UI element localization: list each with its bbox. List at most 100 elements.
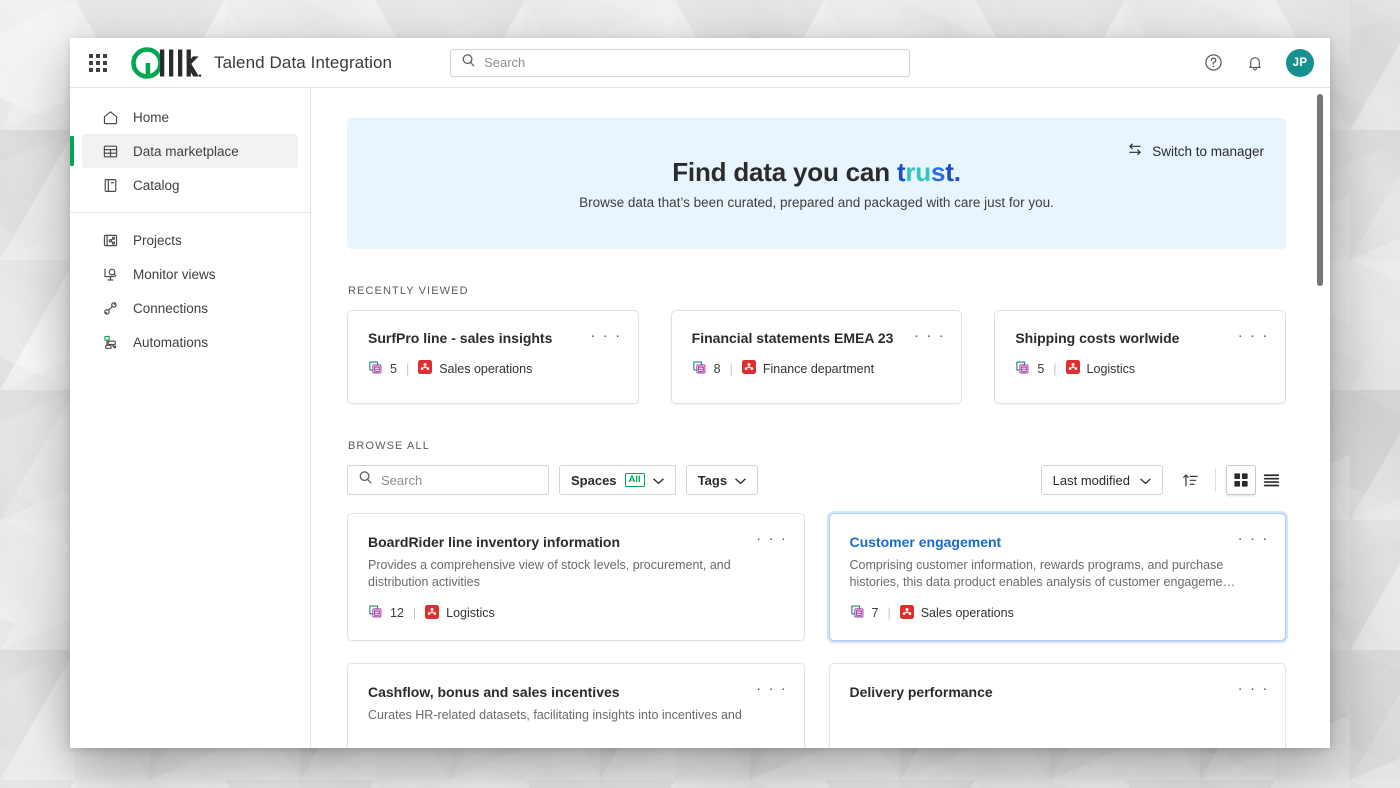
meta-divider: | — [412, 606, 417, 620]
tags-filter-label: Tags — [697, 472, 728, 488]
header-actions: JP — [1200, 48, 1314, 77]
hero-title: Find data you can trust. — [672, 157, 961, 188]
dataset-count: 12 — [390, 606, 404, 620]
qlik-logo[interactable] — [128, 46, 202, 80]
switch-to-manager-label: Switch to manager — [1152, 143, 1264, 159]
spaces-filter-button[interactable]: Spaces All — [559, 465, 676, 495]
chevron-down-icon — [1140, 473, 1151, 488]
dataset-icon — [692, 360, 707, 378]
search-input[interactable] — [484, 55, 900, 70]
window-body: Home Data marketplace Catalog Projects M… — [70, 88, 1330, 748]
sidebar-item-connections[interactable]: Connections — [82, 291, 298, 325]
sidebar: Home Data marketplace Catalog Projects M… — [70, 88, 311, 748]
toolbar-divider — [1215, 469, 1216, 491]
app-window: Talend Data Integration Search JP Home D… — [70, 38, 1330, 748]
recent-card[interactable]: Shipping costs worlwide · · · 5 | Logist… — [994, 310, 1287, 404]
spaces-filter-label: Spaces — [571, 472, 617, 488]
recently-viewed-grid: SurfPro line - sales insights · · · 5 | … — [347, 310, 1287, 404]
top-header-bar: Talend Data Integration Search JP — [70, 38, 1330, 88]
product-description: Provides a comprehensive view of stock l… — [368, 557, 731, 590]
card-meta: 5 | Sales operations — [368, 360, 618, 378]
space-icon — [1065, 360, 1080, 377]
sidebar-item-home[interactable]: Home — [82, 100, 298, 134]
chevron-down-icon — [735, 473, 746, 488]
browse-search-box[interactable] — [347, 465, 549, 495]
sidebar-item-catalog[interactable]: Catalog — [82, 168, 298, 202]
sidebar-item-label: Connections — [133, 300, 209, 316]
card-more-options-button[interactable]: · · · — [914, 328, 945, 343]
space-name: Logistics — [446, 606, 495, 620]
card-more-options-button[interactable]: · · · — [756, 531, 787, 546]
dataset-icon — [1015, 360, 1030, 378]
hero-banner: Find data you can trust. Browse data tha… — [347, 118, 1286, 249]
sort-ascending-icon[interactable] — [1175, 465, 1205, 495]
switch-to-manager-button[interactable]: Switch to manager — [1127, 142, 1264, 160]
card-more-options-button[interactable]: · · · — [756, 681, 787, 696]
notifications-icon[interactable] — [1242, 50, 1268, 76]
data-product-card[interactable]: Cashflow, bonus and sales incentives · ·… — [347, 663, 805, 748]
space-name: Sales operations — [920, 606, 1014, 620]
monitor-icon — [102, 266, 119, 283]
avatar[interactable]: JP — [1286, 48, 1314, 77]
card-more-options-button[interactable]: · · · — [1238, 531, 1269, 546]
product-title: BoardRider line inventory information — [368, 534, 621, 550]
chevron-down-icon — [652, 473, 664, 488]
dataset-count: 8 — [713, 361, 721, 376]
data-product-card[interactable]: Customer engagement · · · Comprising cus… — [828, 513, 1286, 641]
content-scrollbar[interactable] — [1317, 94, 1323, 286]
card-more-options-button[interactable]: · · · — [590, 328, 621, 343]
space-name: Sales operations — [439, 361, 533, 376]
sidebar-item-projects[interactable]: Projects — [82, 223, 298, 257]
home-icon — [102, 109, 119, 126]
dataset-count: 5 — [390, 361, 397, 376]
data-product-card[interactable]: BoardRider line inventory information · … — [347, 513, 805, 641]
sidebar-item-automations[interactable]: Automations — [82, 325, 298, 359]
dataset-count: 5 — [1037, 361, 1045, 376]
space-icon — [741, 360, 756, 377]
help-icon[interactable] — [1200, 50, 1226, 76]
hero-title-t4: t. — [945, 157, 961, 187]
hero-title-t2: ru — [905, 157, 931, 187]
hero-title-t3: s — [930, 157, 946, 187]
spaces-filter-badge: All — [624, 472, 645, 488]
recent-card[interactable]: SurfPro line - sales insights · · · 5 | … — [347, 310, 639, 404]
space-name: Finance department — [762, 361, 875, 376]
data-product-card[interactable]: Delivery performance · · · — [828, 663, 1286, 748]
hero-title-prefix: Find data you can — [672, 157, 897, 187]
card-meta: 12 | Logistics — [368, 604, 784, 622]
dataset-count: 7 — [871, 606, 879, 620]
browse-search-input[interactable] — [381, 472, 538, 488]
browse-toolbar: Spaces All Tags Last modified — [347, 465, 1286, 495]
card-meta: 5 | Logistics — [1015, 360, 1265, 378]
meta-divider: | — [887, 606, 891, 620]
sort-field-select[interactable]: Last modified — [1040, 465, 1163, 495]
data-products-grid: BoardRider line inventory information · … — [347, 513, 1286, 748]
card-more-options-button[interactable]: · · · — [1238, 328, 1269, 343]
sidebar-item-label: Monitor views — [133, 266, 216, 282]
dataset-icon — [850, 604, 865, 622]
dataset-icon — [368, 604, 383, 622]
tags-filter-button[interactable]: Tags — [685, 465, 759, 495]
list-view-icon[interactable] — [1256, 465, 1286, 495]
hero-subtitle: Browse data that’s been curated, prepare… — [579, 195, 1054, 210]
sort-field-label: Last modified — [1052, 472, 1130, 488]
sidebar-item-label: Data marketplace — [133, 143, 239, 159]
grid-view-icon[interactable] — [1226, 465, 1256, 495]
search-icon — [358, 470, 373, 490]
main-content: Find data you can trust. Browse data tha… — [311, 88, 1330, 748]
app-launcher-icon[interactable] — [84, 49, 112, 77]
recently-viewed-label: RECENTLY VIEWED — [348, 285, 469, 297]
sidebar-item-data-marketplace[interactable]: Data marketplace — [70, 134, 298, 168]
global-search-box[interactable] — [450, 48, 911, 77]
recent-card[interactable]: Financial statements EMEA 23 · · · 8 | F… — [670, 310, 963, 404]
sidebar-divider — [70, 212, 310, 213]
card-title: SurfPro line - sales insights — [368, 330, 553, 346]
toolbar-right-group: Last modified — [1040, 465, 1286, 495]
meta-divider: | — [405, 361, 410, 376]
space-name: Logistics — [1086, 361, 1136, 376]
projects-icon — [102, 232, 119, 249]
sidebar-item-monitor-views[interactable]: Monitor views — [82, 257, 298, 291]
card-more-options-button[interactable]: · · · — [1238, 681, 1269, 696]
automations-icon — [102, 334, 119, 351]
card-meta: 7 | Sales operations — [850, 604, 1266, 622]
